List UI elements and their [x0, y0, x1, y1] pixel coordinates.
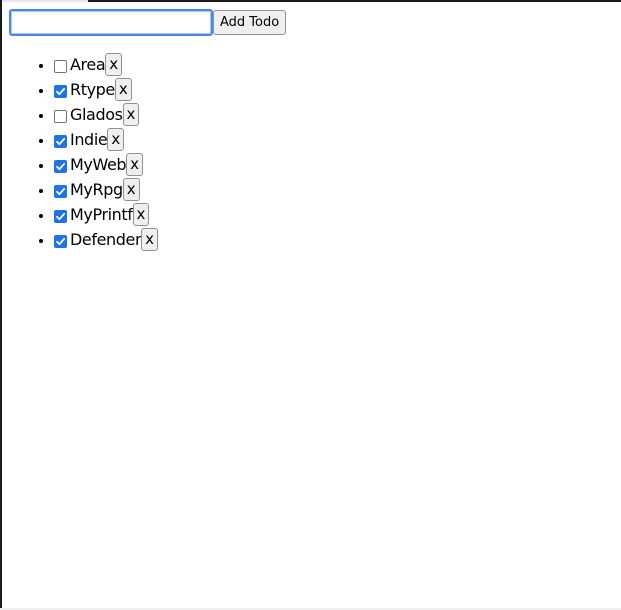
add-todo-form: Add Todo [9, 9, 609, 36]
remove-todo-button[interactable]: x [132, 203, 150, 226]
todo-label: Area [70, 55, 106, 74]
todo-checkbox[interactable] [54, 84, 67, 98]
todo-item-content: Indiex [54, 127, 125, 152]
todo-item: Defenderx [54, 227, 609, 252]
todo-label: MyRpg [70, 180, 123, 199]
todo-checkbox[interactable] [54, 209, 67, 223]
todo-item: Rtypex [54, 77, 609, 102]
remove-todo-button[interactable]: x [122, 103, 140, 126]
todo-item-content: Areax [54, 52, 123, 77]
checkmark-icon [56, 187, 66, 195]
remove-todo-button[interactable]: x [141, 228, 159, 251]
window-left-border [0, 0, 2, 610]
todo-label: Defender [70, 230, 142, 249]
checkmark-icon [56, 237, 66, 245]
todo-item: MyPrintfx [54, 202, 609, 227]
todo-label: MyWeb [70, 155, 127, 174]
checkmark-icon [56, 87, 66, 95]
todo-label: Rtype [70, 80, 115, 99]
remove-todo-button[interactable]: x [105, 53, 123, 76]
window-top-highlight [0, 0, 88, 2]
todo-item: MyWebx [54, 152, 609, 177]
remove-todo-button[interactable]: x [122, 178, 140, 201]
todo-checkbox[interactable] [54, 59, 67, 73]
todo-item-content: MyWebx [54, 152, 144, 177]
todo-item-content: Defenderx [54, 227, 159, 252]
todo-checkbox[interactable] [54, 134, 67, 148]
window-top-border [0, 0, 621, 2]
todo-label: Glados [70, 105, 123, 124]
todo-item: Gladosx [54, 102, 609, 127]
remove-todo-button[interactable]: x [107, 128, 125, 151]
todo-item: Indiex [54, 127, 609, 152]
todo-item-content: Rtypex [54, 77, 132, 102]
add-todo-button[interactable]: Add Todo [213, 10, 287, 35]
todo-label: Indie [70, 130, 108, 149]
checkmark-icon [56, 162, 66, 170]
todo-checkbox[interactable] [54, 184, 67, 198]
checkmark-icon [56, 212, 66, 220]
todo-checkbox[interactable] [54, 159, 67, 173]
todo-checkbox[interactable] [54, 109, 67, 123]
checkmark-icon [56, 137, 66, 145]
todo-item-content: Gladosx [54, 102, 140, 127]
todo-item: MyRpgx [54, 177, 609, 202]
todo-item: Areax [54, 52, 609, 77]
remove-todo-button[interactable]: x [114, 78, 132, 101]
todo-input[interactable] [9, 9, 213, 36]
todo-list: AreaxRtypexGladosxIndiexMyWebxMyRpgxMyPr… [9, 52, 609, 252]
todo-label: MyPrintf [70, 205, 133, 224]
remove-todo-button[interactable]: x [126, 153, 144, 176]
todo-item-content: MyRpgx [54, 177, 140, 202]
todo-checkbox[interactable] [54, 234, 67, 248]
todo-app: Add Todo AreaxRtypexGladosxIndiexMyWebxM… [9, 9, 609, 252]
todo-item-content: MyPrintfx [54, 202, 150, 227]
